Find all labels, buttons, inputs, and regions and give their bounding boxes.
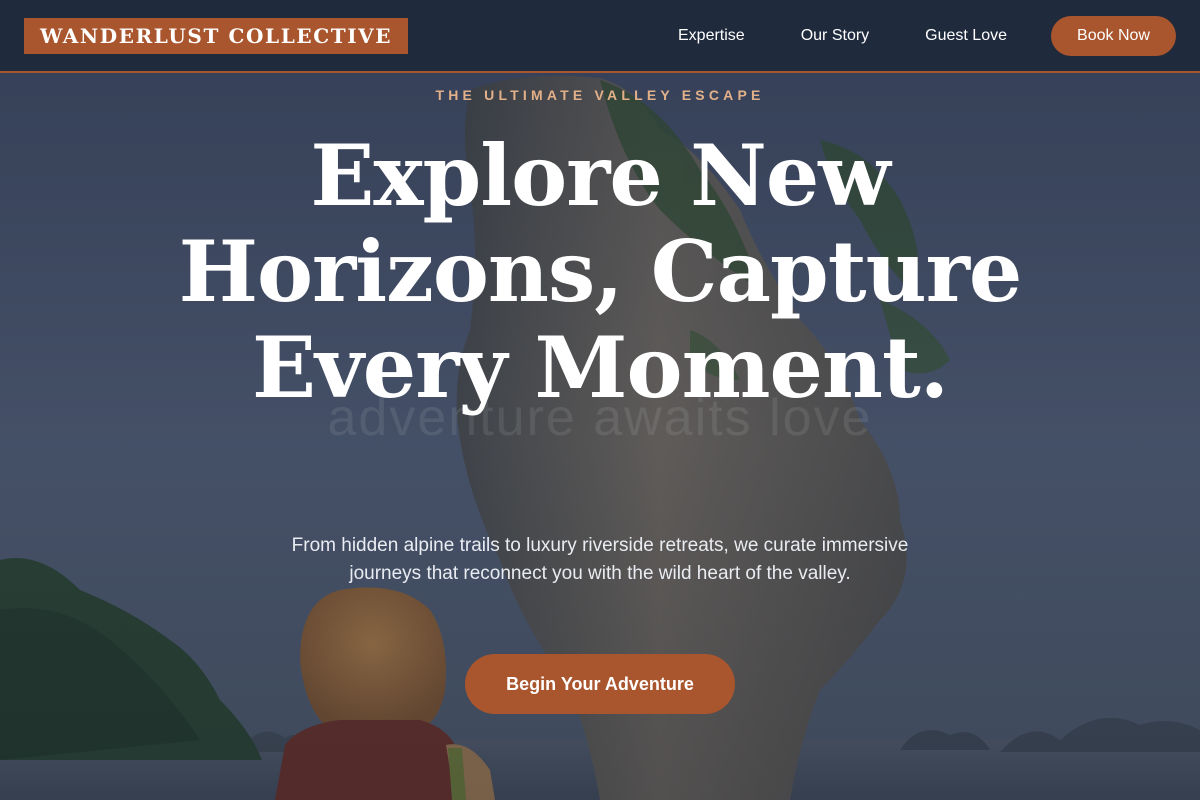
top-navigation-bar: WANDERLUST COLLECTIVE Expertise Our Stor…: [0, 0, 1200, 73]
brand-logo[interactable]: WANDERLUST COLLECTIVE: [24, 18, 409, 54]
hero-eyebrow: THE ULTIMATE VALLEY ESCAPE: [435, 87, 765, 103]
hero-section: adventure awaits love THE ULTIMATE VALLE…: [0, 0, 1200, 800]
landing-page: WANDERLUST COLLECTIVE Expertise Our Stor…: [0, 0, 1200, 800]
hero-headline: Explore New Horizons, Capture Every Mome…: [178, 126, 1023, 417]
nav-links: Expertise Our Story Guest Love Book Now: [678, 16, 1176, 56]
nav-link-expertise[interactable]: Expertise: [678, 27, 745, 45]
nav-link-our-story[interactable]: Our Story: [801, 27, 869, 45]
book-now-button[interactable]: Book Now: [1051, 16, 1176, 56]
begin-adventure-button[interactable]: Begin Your Adventure: [465, 654, 735, 714]
hero-subtext: From hidden alpine trails to luxury rive…: [291, 535, 909, 584]
nav-link-guest-love[interactable]: Guest Love: [925, 27, 1007, 45]
